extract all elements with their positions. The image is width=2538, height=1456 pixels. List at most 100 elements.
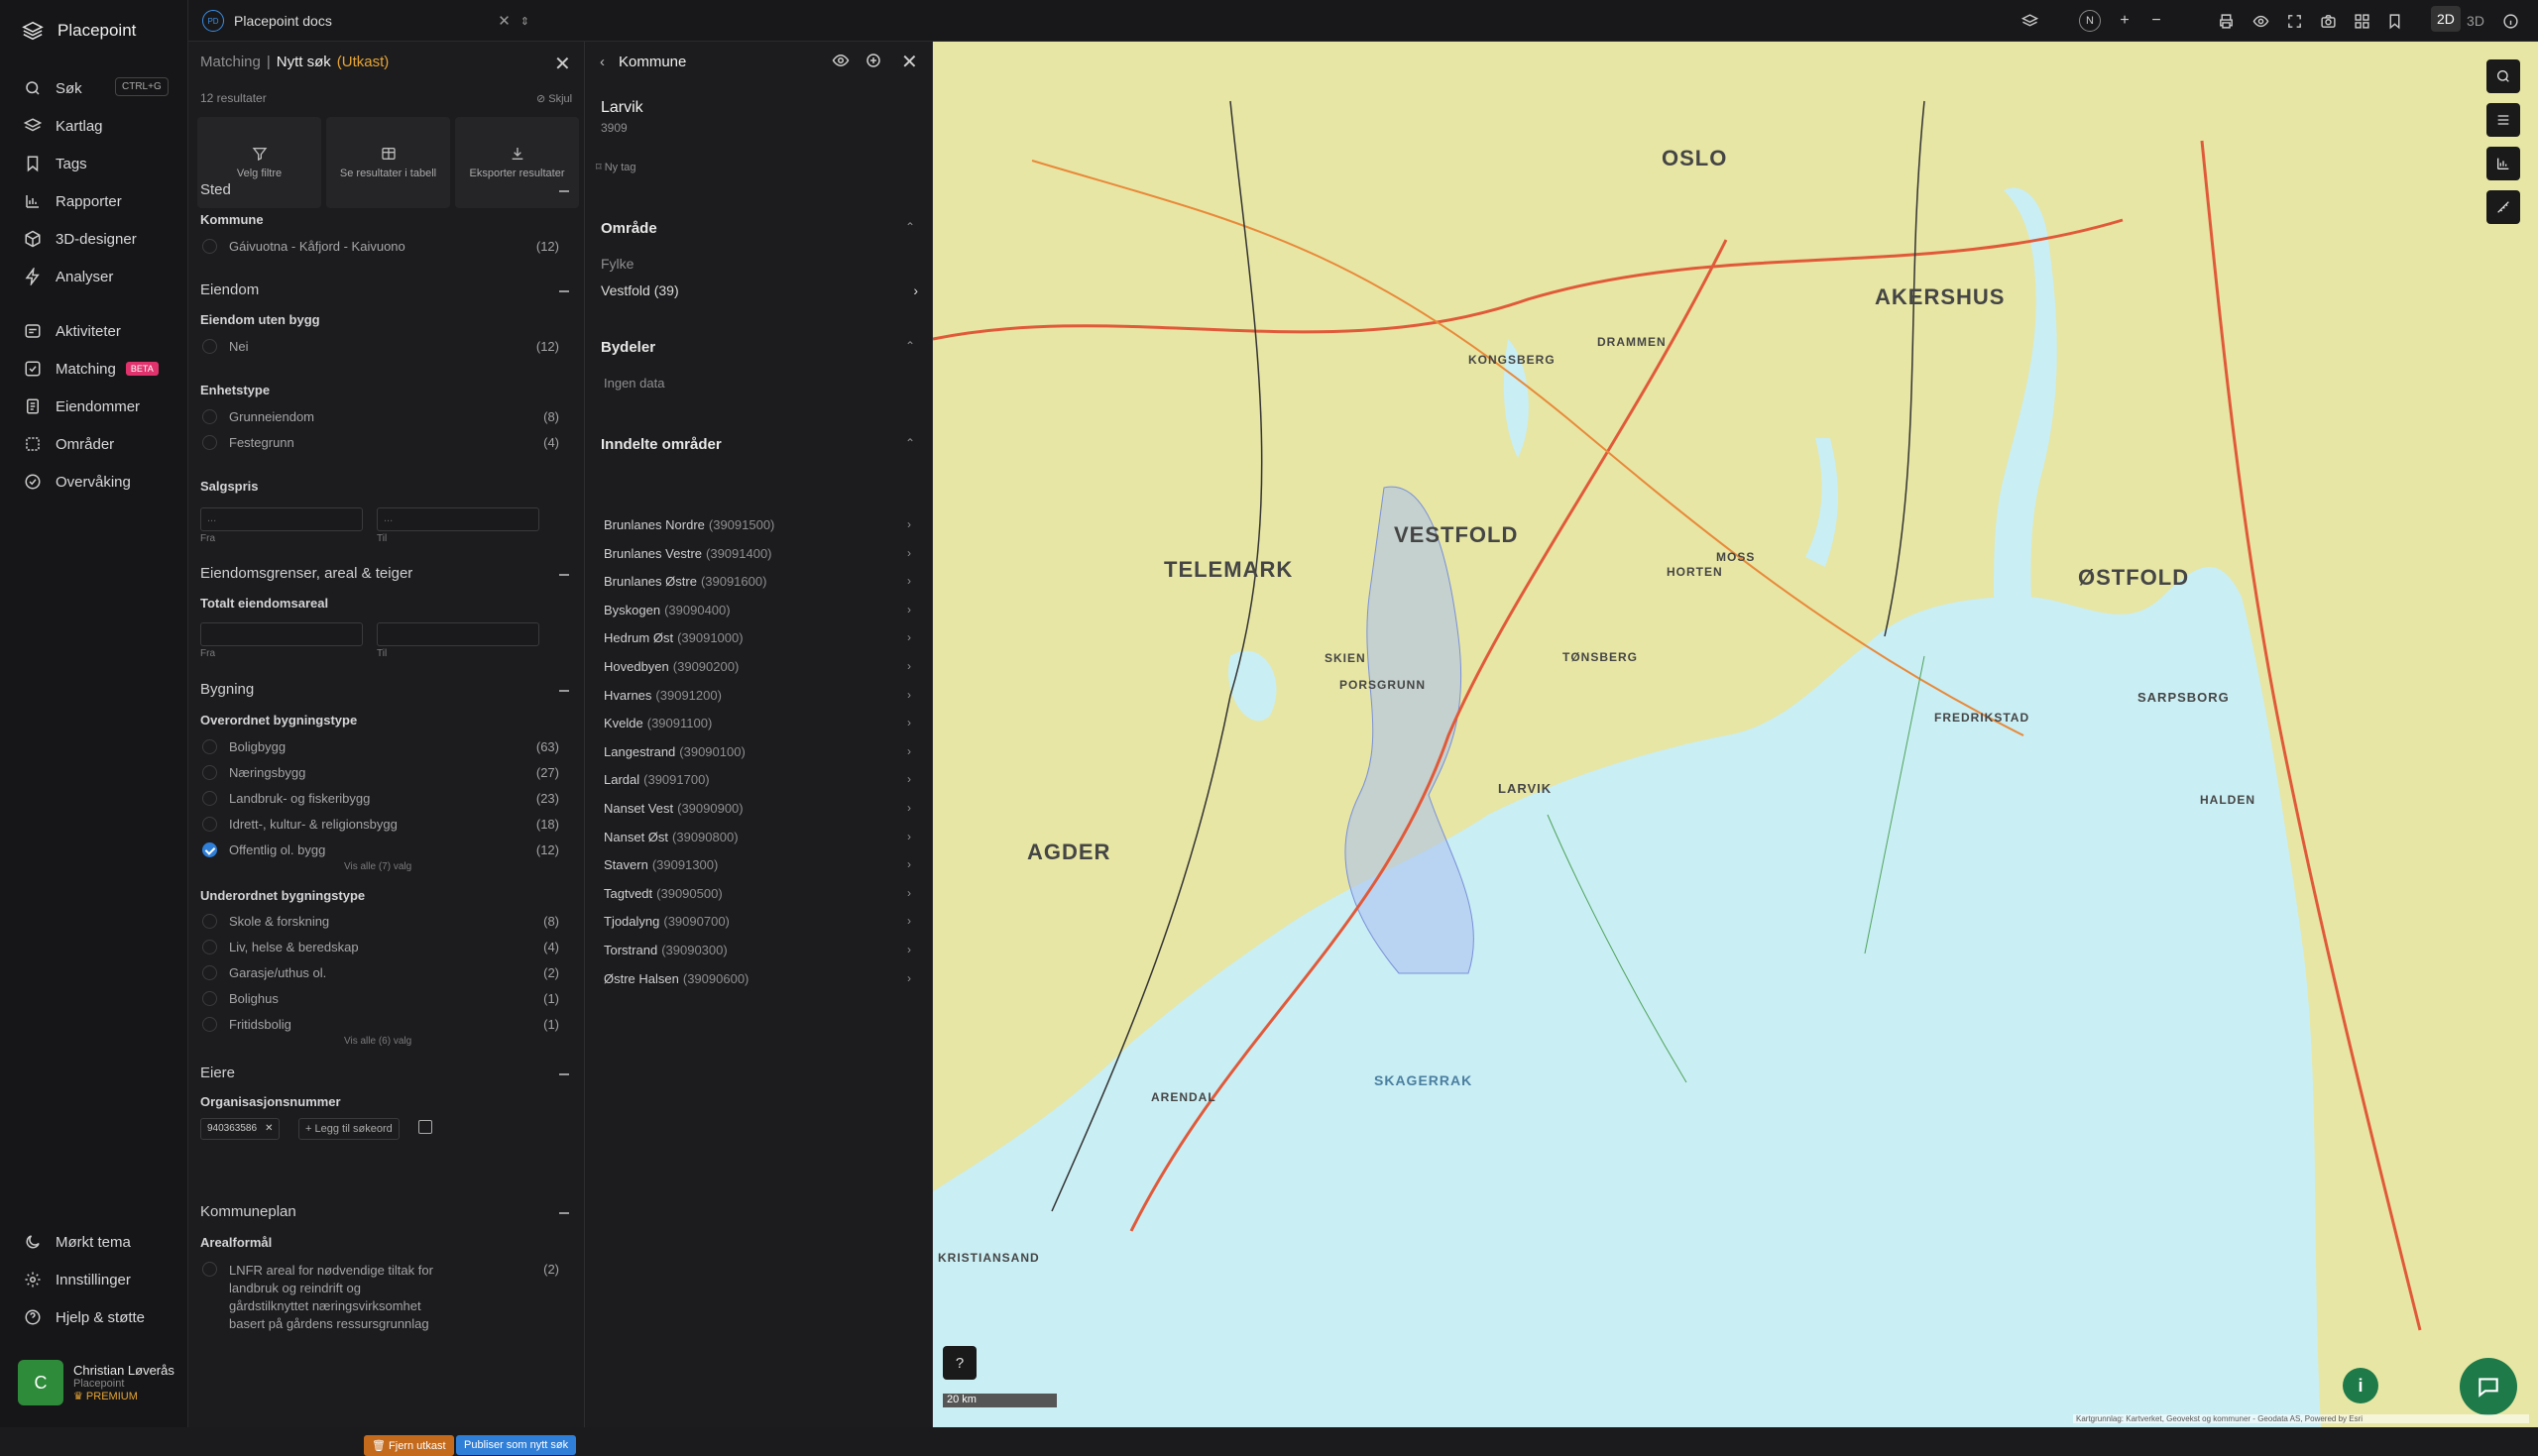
show-all-link[interactable]: Vis alle (7) valg [344, 861, 411, 872]
area-list-item[interactable]: Kvelde (39091100) › [604, 716, 911, 730]
area-list-item[interactable]: Nanset Øst (39090800) › [604, 830, 911, 844]
area-list-item[interactable]: Hvarnes (39091200) › [604, 688, 911, 703]
area-list-item[interactable]: Byskogen (39090400) › [604, 603, 911, 617]
map-tool-measure[interactable] [2486, 190, 2520, 224]
sidebar-item-tags[interactable]: Tags [24, 153, 87, 174]
sidebar-item-eiendommer[interactable]: Eiendommer [24, 395, 140, 417]
checkbox[interactable] [202, 965, 217, 980]
map-tool-layers[interactable] [2486, 103, 2520, 137]
map-tool-search[interactable] [2486, 59, 2520, 93]
filter-option[interactable]: LNFR areal for nødvendige tiltak for lan… [202, 1262, 559, 1333]
mode-3d-button[interactable]: 3D [2465, 10, 2486, 32]
target-icon[interactable] [865, 52, 886, 73]
collapse-icon[interactable] [559, 574, 569, 576]
filter-option[interactable]: Garasje/uthus ol. (2) [202, 965, 559, 980]
close-icon[interactable]: ✕ [554, 52, 571, 76]
filter-option-checked[interactable]: Offentlig ol. bygg (12) [202, 842, 559, 857]
filter-option[interactable]: Skole & forskning (8) [202, 914, 559, 929]
section-bydeler[interactable]: Bydeler [601, 339, 655, 356]
area-list-item[interactable]: Brunlanes Østre (39091600) › [604, 574, 911, 589]
area-list-item[interactable]: Østre Halsen (39090600) › [604, 971, 911, 986]
app-logo[interactable]: Placepoint [22, 20, 136, 42]
checkbox[interactable] [202, 435, 217, 450]
show-all-link[interactable]: Vis alle (6) valg [344, 1036, 411, 1047]
collapse-icon[interactable] [559, 290, 569, 292]
sidebar-item-rapporter[interactable]: Rapporter [24, 190, 122, 212]
sidebar-item-settings[interactable]: Innstillinger [24, 1269, 131, 1290]
filter-option[interactable]: Fritidsbolig (1) [202, 1017, 559, 1032]
sidebar-item-dark-theme[interactable]: Mørkt tema [24, 1231, 131, 1253]
zoom-in-icon[interactable]: + [2114, 10, 2135, 32]
area-list-item[interactable]: Lardal (39091700) › [604, 772, 911, 787]
area-list-item[interactable]: Torstrand (39090300) › [604, 943, 911, 957]
checkbox[interactable] [202, 1017, 217, 1032]
collapse-icon[interactable] [559, 1073, 569, 1075]
filter-option[interactable]: Bolighus (1) [202, 991, 559, 1006]
collapse-icon[interactable] [559, 1212, 569, 1214]
checkbox[interactable] [202, 914, 217, 929]
filter-option[interactable]: Landbruk- og fiskeribygg (23) [202, 791, 559, 806]
fullscreen-icon[interactable] [2283, 10, 2305, 32]
eye-icon[interactable] [2250, 10, 2271, 32]
clear-icon[interactable]: ✕ [498, 12, 511, 30]
hide-toggle[interactable]: ⊘ Skjul [536, 92, 572, 105]
collapse-icon[interactable] [559, 690, 569, 692]
sidebar-item-omrader[interactable]: Områder [24, 433, 114, 455]
checkbox[interactable] [202, 1262, 217, 1277]
close-icon[interactable]: ✕ [901, 50, 918, 74]
section-sted[interactable]: Sted [200, 181, 231, 198]
area-list-item[interactable]: Brunlanes Vestre (39091400) › [604, 546, 911, 561]
section-bygning[interactable]: Bygning [200, 681, 254, 698]
section-inndelte[interactable]: Inndelte områder [601, 436, 722, 453]
area-list-item[interactable]: Brunlanes Nordre (39091500) › [604, 517, 911, 532]
area-list-item[interactable]: Tjodalyng (39090700) › [604, 914, 911, 929]
camera-icon[interactable] [2317, 10, 2339, 32]
section-omrade[interactable]: Område [601, 220, 657, 237]
area-list-item[interactable]: Hovedbyen (39090200) › [604, 659, 911, 674]
chevron-updown-icon[interactable]: ⇕ [520, 15, 529, 28]
section-kommuneplan[interactable]: Kommuneplan [200, 1203, 296, 1220]
map-tool-chart[interactable] [2486, 147, 2520, 180]
map-help-icon[interactable]: ? [943, 1346, 977, 1380]
new-tag-button[interactable]: ⌑ Ny tag [596, 161, 636, 173]
breadcrumb-matching[interactable]: Matching [200, 54, 261, 70]
zoom-out-icon[interactable]: − [2145, 10, 2167, 32]
sidebar-item-kartlag[interactable]: Kartlag [24, 115, 103, 137]
sidebar-item-overvaking[interactable]: Overvåking [24, 471, 131, 493]
info-icon[interactable]: i [2343, 1368, 2378, 1403]
user-profile[interactable]: C Christian Løverås Placepoint ♛ PREMIUM [18, 1360, 174, 1405]
show-table-button[interactable]: Se resultater i tabell [326, 117, 450, 208]
area-list-item[interactable]: Stavern (39091300) › [604, 857, 911, 872]
chevron-up-icon[interactable]: ⌃ [905, 220, 915, 234]
section-eiendom[interactable]: Eiendom [200, 281, 259, 298]
mode-2d-button[interactable]: 2D [2431, 6, 2461, 32]
salgspris-to-input[interactable]: ... [377, 507, 539, 531]
checkbox[interactable] [202, 339, 217, 354]
filter-option[interactable]: Festegrunn (4) [202, 435, 559, 450]
areal-from-input[interactable] [200, 622, 363, 646]
checkbox[interactable] [202, 765, 217, 780]
checkbox[interactable] [202, 239, 217, 254]
collapse-icon[interactable] [559, 190, 569, 192]
publish-button[interactable]: Publiser som nytt søk [456, 1435, 577, 1455]
chat-button[interactable] [2460, 1358, 2517, 1415]
filter-option[interactable]: Liv, helse & beredskap (4) [202, 940, 559, 954]
chevron-up-icon[interactable]: ⌃ [905, 339, 915, 353]
chevron-up-icon[interactable]: ⌃ [905, 436, 915, 450]
fylke-link[interactable]: Vestfold (39) › [601, 282, 918, 298]
eye-icon[interactable] [832, 52, 854, 73]
bookmark-icon[interactable] [2383, 10, 2405, 32]
filter-option[interactable]: Gáivuotna - Kåfjord - Kaivuono (12) [202, 239, 559, 254]
salgspris-from-input[interactable]: ... [200, 507, 363, 531]
sidebar-item-search[interactable]: Søk [24, 77, 82, 99]
sidebar-item-3d-designer[interactable]: 3D-designer [24, 228, 137, 250]
checkbox-checked[interactable] [202, 842, 217, 857]
checkbox[interactable] [202, 817, 217, 832]
checkbox[interactable] [202, 791, 217, 806]
area-list-item[interactable]: Langestrand (39090100) › [604, 744, 911, 759]
compass-north-icon[interactable]: N [2079, 10, 2101, 32]
add-keyword-button[interactable]: + Legg til søkeord [298, 1118, 400, 1140]
copy-icon[interactable] [418, 1120, 432, 1134]
remove-tag-icon[interactable]: ✕ [265, 1123, 273, 1135]
checkbox[interactable] [202, 409, 217, 424]
